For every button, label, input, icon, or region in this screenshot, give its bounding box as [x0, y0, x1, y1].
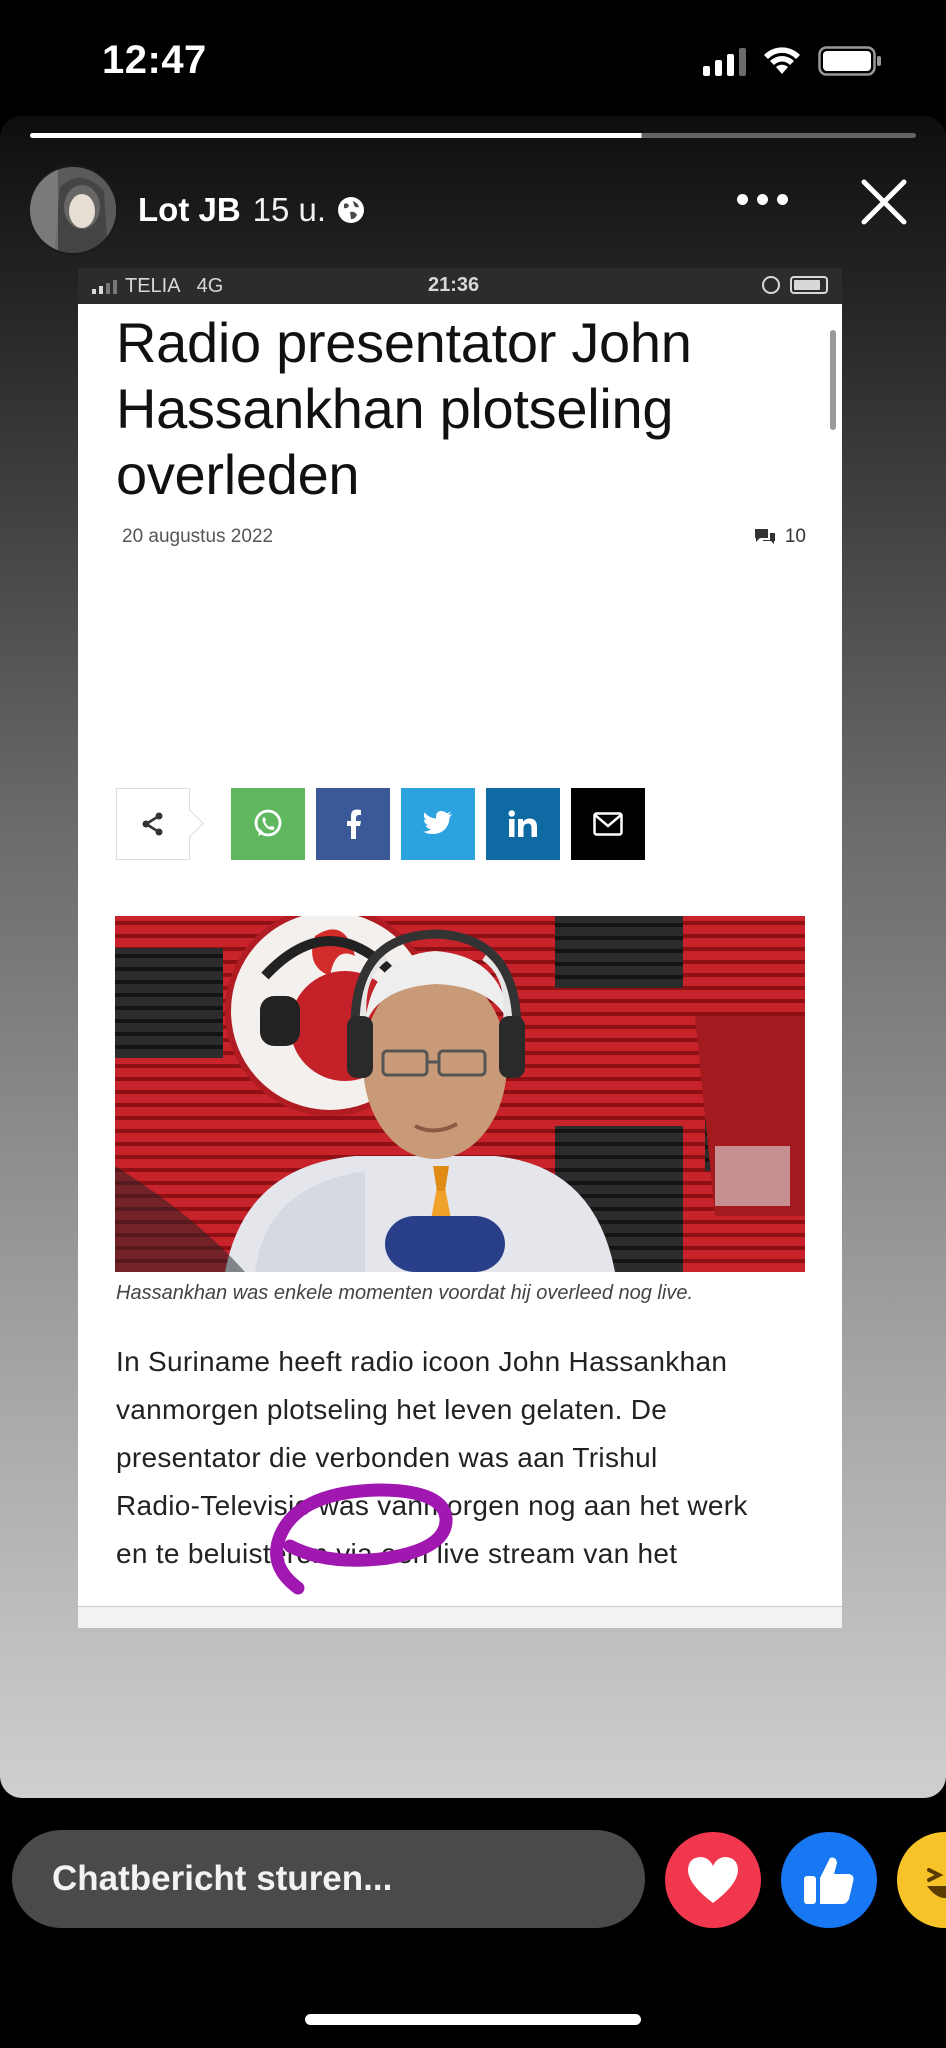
inner-carrier: TELIA: [125, 275, 181, 297]
whatsapp-icon: [254, 809, 282, 837]
linkedin-share-button: [486, 788, 560, 860]
story-author-name[interactable]: Lot JB: [138, 191, 241, 229]
status-bar: 12:47: [0, 0, 946, 120]
avatar[interactable]: [28, 165, 118, 255]
share-buttons: [116, 788, 645, 860]
cellular-signal-icon: [703, 46, 746, 76]
progress-segment: [30, 133, 916, 138]
facebook-icon: [347, 809, 361, 839]
more-dots-icon[interactable]: [737, 194, 788, 205]
inner-signal-icon: [92, 279, 117, 294]
globe-icon: [338, 197, 365, 223]
linkedin-icon: [508, 810, 537, 837]
inner-battery-icon: [790, 276, 828, 294]
share-button: [116, 788, 190, 860]
story-progress-bar: [30, 133, 916, 139]
email-icon: [593, 812, 623, 836]
heart-reaction-button[interactable]: [665, 1832, 761, 1928]
story-post-time: 15 u.: [252, 191, 327, 228]
article-date: 20 augustus 2022: [122, 526, 274, 547]
heart-reaction-icon: [688, 1857, 738, 1903]
presenter-illustration: [115, 916, 805, 1272]
comment-count: 10: [753, 526, 806, 548]
twitter-share-button: [401, 788, 475, 860]
comments-icon: [754, 529, 775, 544]
twitter-icon: [423, 811, 452, 834]
article-headline: Radio presentator John Hassankhan plotse…: [116, 311, 692, 506]
inner-status-bar: TELIA 4G 21:36: [78, 268, 842, 304]
inner-network: 4G: [196, 275, 224, 297]
body-line: Radio-Televisie was vanmorgen nog aan he…: [116, 1490, 748, 1521]
like-reaction-icon: [804, 1857, 854, 1904]
whatsapp-share-button: [231, 788, 305, 860]
battery-icon: [818, 46, 881, 76]
story-header: Lot JB 15 u.: [28, 164, 918, 256]
haha-reaction-icon: [927, 1868, 946, 1898]
body-line: en te beluisteren via een live stream va…: [116, 1538, 678, 1569]
body-line: vanmorgen plotseling het leven gelaten. …: [116, 1394, 668, 1425]
photo-caption: Hassankhan was enkele momenten voordat h…: [116, 1282, 694, 1304]
body-line: In Suriname heeft radio icoon John Hassa…: [116, 1346, 728, 1377]
avatar-photo: [30, 167, 116, 253]
chat-message-input[interactable]: Chatbericht sturen...: [12, 1830, 645, 1928]
article-photo: [115, 916, 805, 1272]
close-icon[interactable]: [856, 174, 912, 230]
story-card[interactable]: Lot JB 15 u. TELIA 4G 21:36 Radio presen…: [0, 116, 946, 1798]
article-body: In Suriname heeft radio icoon John Hassa…: [116, 1338, 806, 1578]
status-time: 12:47: [102, 38, 207, 82]
inner-clock: 21:36: [428, 274, 480, 296]
rotation-lock-icon: [762, 276, 780, 294]
inner-scrollbar: [830, 330, 836, 430]
home-indicator[interactable]: [305, 2014, 641, 2025]
shared-screenshot: TELIA 4G 21:36 Radio presentator John Ha…: [78, 268, 842, 1628]
email-share-button: [571, 788, 645, 860]
share-icon: [142, 812, 163, 836]
screenshot-bottom-edge: [78, 1606, 842, 1628]
status-icons: [703, 46, 882, 76]
wifi-icon: [764, 47, 800, 74]
facebook-share-button: [316, 788, 390, 860]
like-reaction-button[interactable]: [781, 1832, 877, 1928]
comment-count-value: 10: [784, 526, 806, 547]
haha-reaction-button[interactable]: [897, 1832, 946, 1928]
body-line: presentator die verbonden was aan Trishu…: [116, 1442, 658, 1473]
reply-bar: Chatbericht sturen...: [0, 1800, 946, 1950]
